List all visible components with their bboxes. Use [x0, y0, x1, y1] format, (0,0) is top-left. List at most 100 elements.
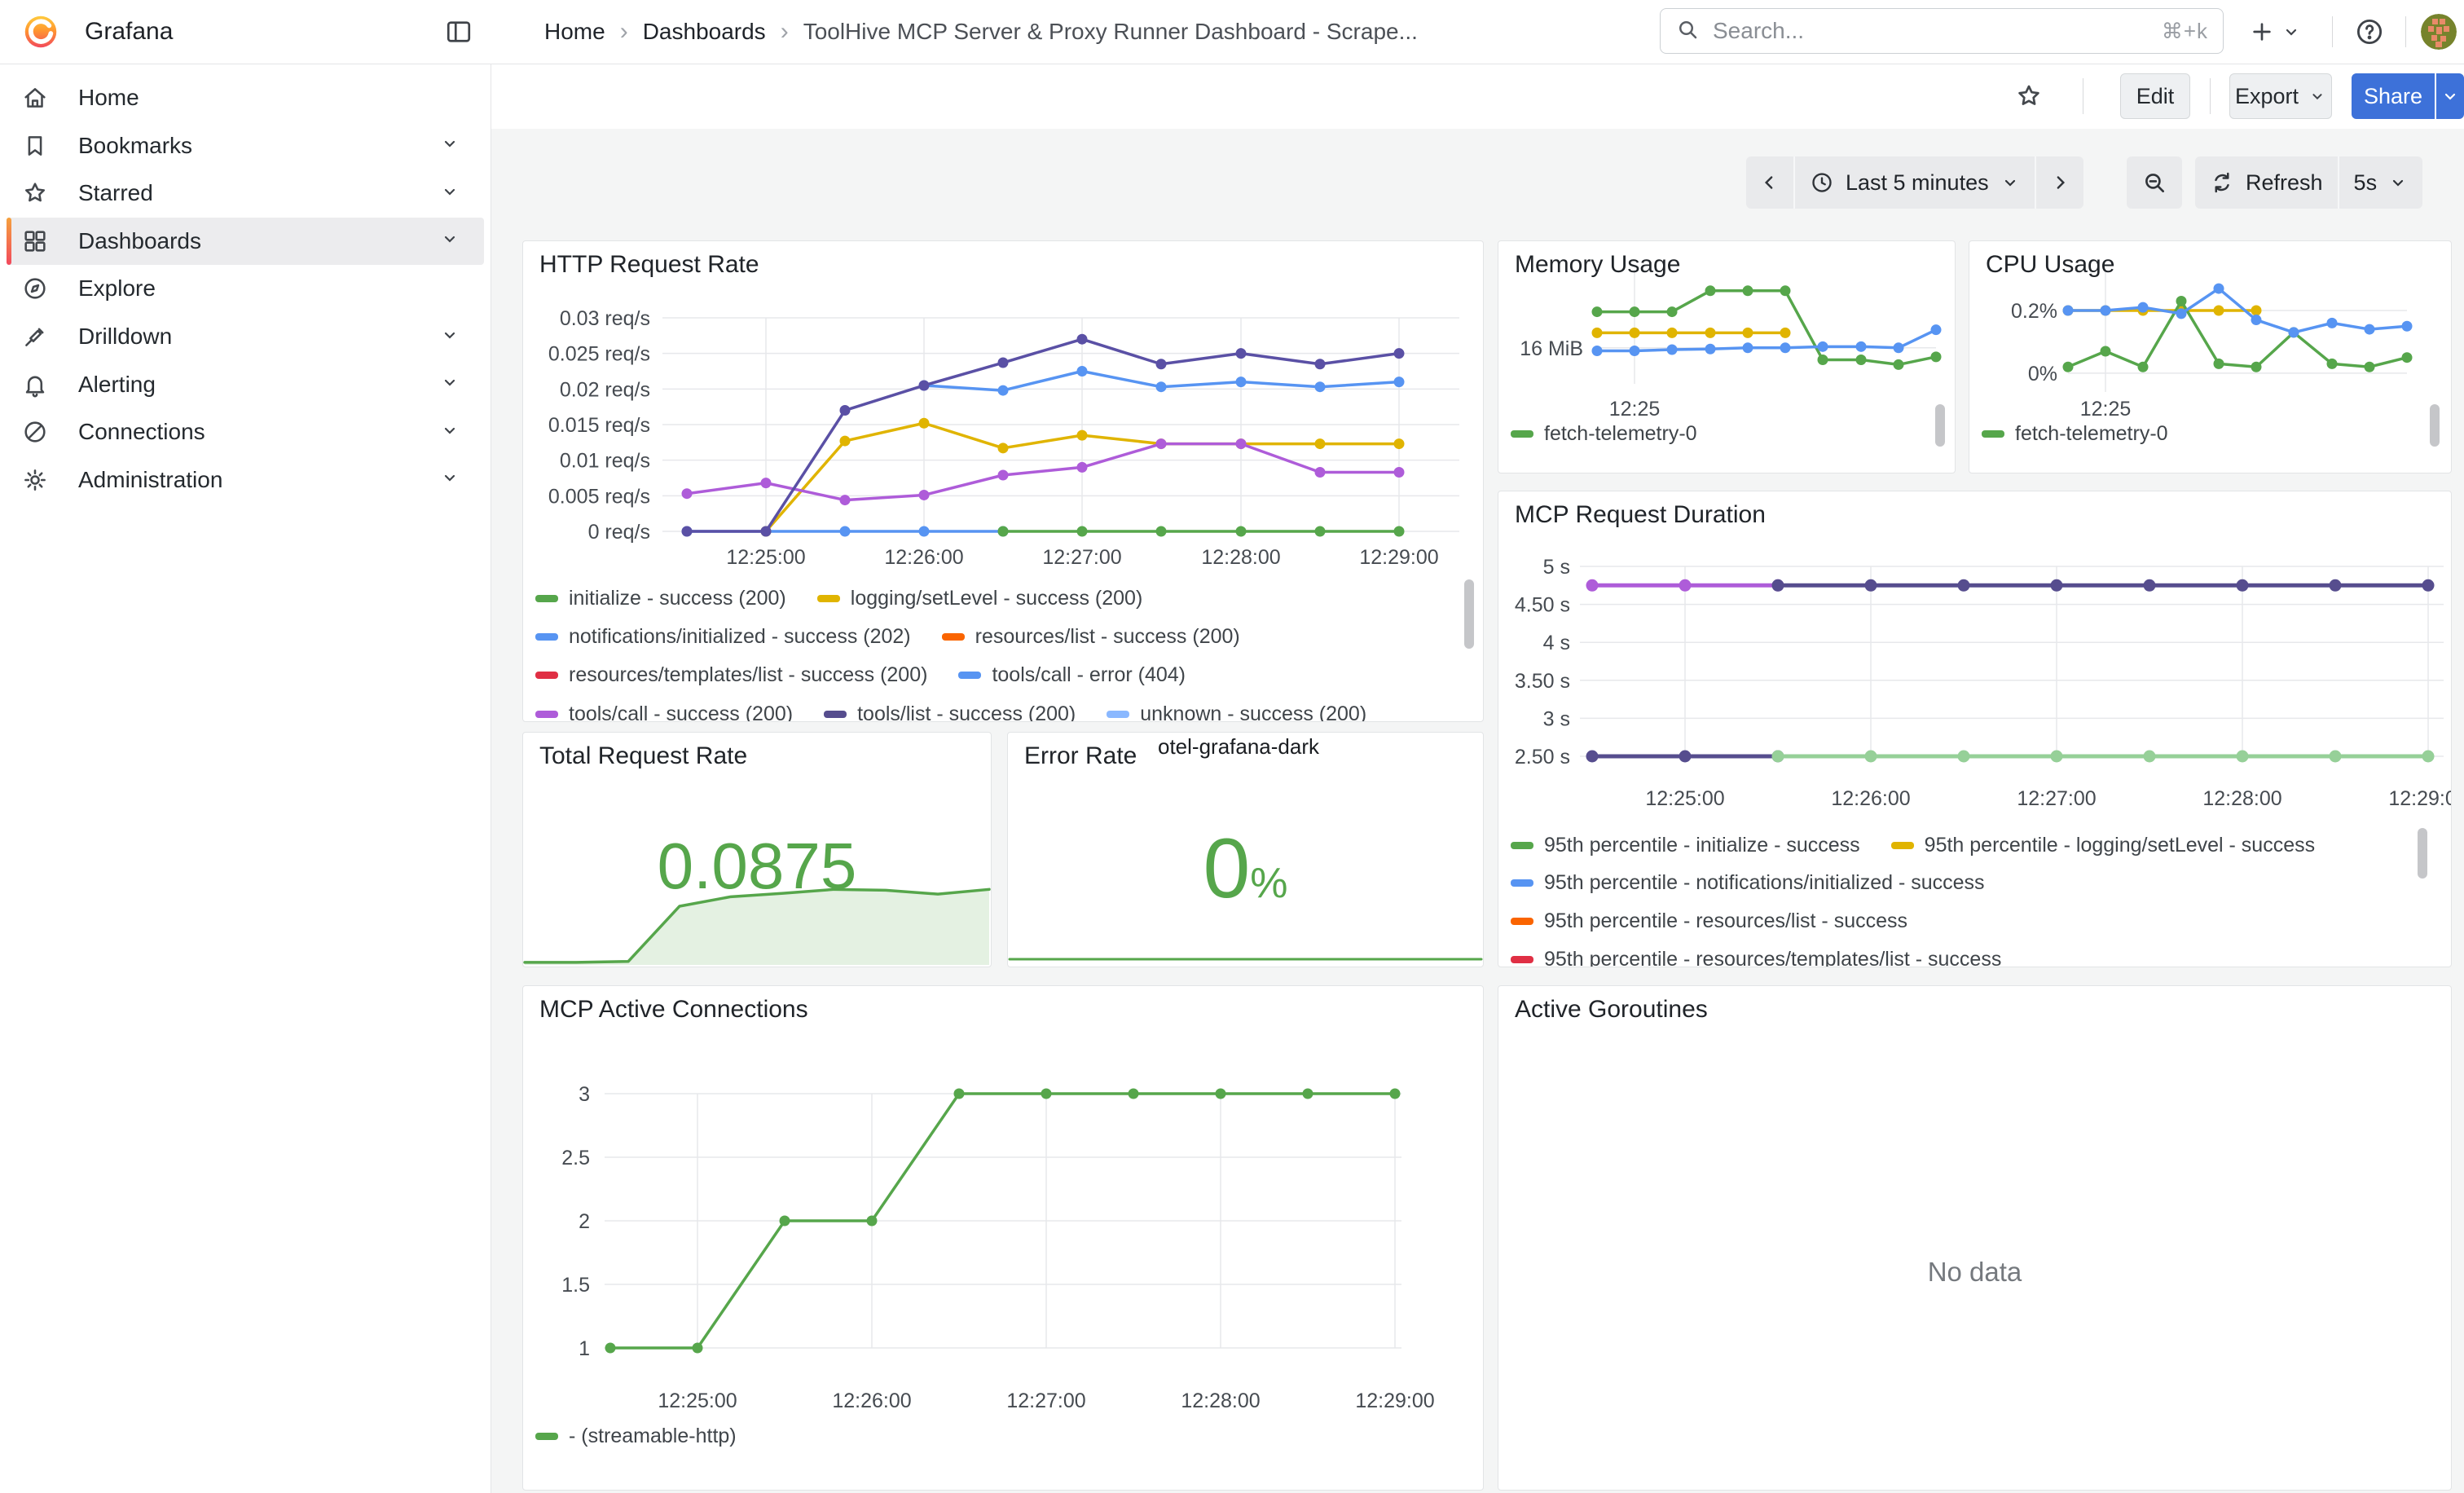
breadcrumb-dashboards[interactable]: Dashboards: [643, 19, 766, 45]
legend-swatch: [942, 633, 965, 641]
panel-title[interactable]: Memory Usage: [1515, 251, 1680, 279]
svg-text:12:27:00: 12:27:00: [1006, 1390, 1085, 1412]
legend-item[interactable]: 95th percentile - logging/setLevel - suc…: [1891, 834, 2315, 857]
legend-item[interactable]: fetch-telemetry-0: [1982, 422, 2168, 446]
grafana-logo-icon[interactable]: [23, 14, 59, 50]
search-input[interactable]: [1711, 17, 2150, 45]
legend-swatch: [1511, 430, 1533, 438]
share-button[interactable]: Share: [2352, 73, 2435, 119]
help-icon[interactable]: [2350, 14, 2389, 50]
breadcrumb-home[interactable]: Home: [544, 19, 605, 45]
panel-memory-usage: Memory Usage 16 MiB12:25 fetch-telemetry…: [1498, 240, 1956, 473]
sidebar-item-label: Starred: [78, 180, 153, 206]
legend-row: - (streamable-http): [535, 1425, 737, 1448]
legend-scrollbar[interactable]: [2418, 828, 2427, 879]
legend-item[interactable]: initialize - success (200): [535, 587, 786, 610]
chevron-down-icon[interactable]: [440, 468, 460, 491]
brand-title[interactable]: Grafana: [85, 0, 173, 64]
legend-swatch: [1511, 879, 1533, 887]
svg-text:12:29:00: 12:29:00: [1359, 546, 1438, 569]
chevron-down-icon[interactable]: [440, 421, 460, 444]
svg-text:0 req/s: 0 req/s: [588, 521, 650, 544]
dashboard-toolbar: Edit Export Share: [491, 64, 2464, 129]
panel-title[interactable]: Total Request Rate: [539, 742, 747, 770]
chevron-down-icon[interactable]: [440, 325, 460, 349]
legend-item[interactable]: 95th percentile - resources/list - succe…: [1511, 909, 1907, 933]
legend-item[interactable]: 95th percentile - notifications/initiali…: [1511, 871, 1985, 895]
bell-icon: [21, 371, 49, 399]
legend-swatch: [535, 672, 558, 679]
edit-button[interactable]: Edit: [2120, 73, 2190, 119]
panel-title[interactable]: Error Rate: [1024, 742, 1137, 770]
sidebar-item-connections[interactable]: Connections: [7, 408, 484, 456]
time-back-button[interactable]: [1746, 156, 1793, 209]
panel-title[interactable]: CPU Usage: [1986, 251, 2114, 279]
legend-label: resources/list - success (200): [975, 625, 1240, 649]
legend-scrollbar[interactable]: [1464, 579, 1474, 649]
legend-item[interactable]: - (streamable-http): [535, 1425, 737, 1448]
panel-title[interactable]: MCP Request Duration: [1515, 501, 1766, 529]
panel-title[interactable]: MCP Active Connections: [539, 996, 808, 1024]
sidebar-item-bookmarks[interactable]: Bookmarks: [7, 122, 484, 170]
time-range-picker[interactable]: Last 5 minutes: [1793, 156, 2035, 209]
svg-text:0.02 req/s: 0.02 req/s: [560, 378, 650, 401]
sidebar-item-explore[interactable]: Explore: [7, 265, 484, 312]
chevron-down-icon[interactable]: [440, 134, 460, 157]
stat-value: 0%: [1008, 821, 1483, 918]
legend-item[interactable]: 95th percentile - resources/templates/li…: [1511, 948, 2001, 967]
sidebar-toggle-icon[interactable]: [444, 17, 473, 46]
sidebar-item-drilldown[interactable]: Drilldown: [7, 313, 484, 360]
legend-item[interactable]: tools/call - error (404): [958, 663, 1186, 687]
legend-label: - (streamable-http): [569, 1425, 737, 1448]
legend-item[interactable]: resources/templates/list - success (200): [535, 663, 927, 687]
refresh-button[interactable]: Refresh: [2195, 156, 2338, 209]
http-request-rate-chart[interactable]: 0 req/s0.005 req/s0.01 req/s0.015 req/s0…: [523, 241, 1484, 722]
svg-text:12:25:00: 12:25:00: [1645, 787, 1724, 810]
sidebar: Home Bookmarks Starred DashboardsExploreDri…: [0, 64, 491, 1493]
chevron-down-icon[interactable]: [440, 372, 460, 396]
no-data-message: No data: [1498, 1257, 2451, 1288]
panel-active-goroutines: Active Goroutines No data: [1498, 985, 2452, 1491]
top-nav: Grafana Home › Dashboards › ToolHive MCP…: [0, 0, 2464, 64]
legend-item[interactable]: logging/setLevel - success (200): [817, 587, 1143, 610]
legend-item[interactable]: unknown - success (200): [1107, 702, 1366, 722]
zoom-out-icon[interactable]: [2127, 156, 2182, 209]
sidebar-item-home[interactable]: Home: [7, 74, 484, 121]
add-new-button[interactable]: [2242, 14, 2308, 50]
legend-item[interactable]: resources/list - success (200): [942, 625, 1240, 649]
panel-title[interactable]: HTTP Request Rate: [539, 251, 759, 279]
refresh-interval-label: 5s: [2354, 170, 2378, 196]
export-button[interactable]: Export: [2229, 73, 2332, 119]
legend-item[interactable]: 95th percentile - initialize - success: [1511, 834, 1860, 857]
avatar[interactable]: [2421, 14, 2457, 50]
legend-scrollbar[interactable]: [1935, 404, 1945, 447]
compass-icon: [21, 275, 49, 302]
sidebar-item-administration[interactable]: Administration: [7, 456, 484, 504]
legend-item[interactable]: notifications/initialized - success (202…: [535, 625, 911, 649]
chevron-down-icon[interactable]: [440, 182, 460, 205]
refresh-interval-picker[interactable]: 5s: [2338, 156, 2423, 209]
legend-item[interactable]: fetch-telemetry-0: [1511, 422, 1697, 446]
chevron-down-icon[interactable]: [440, 229, 460, 253]
sidebar-item-label: Home: [78, 85, 139, 111]
breadcrumb-current[interactable]: ToolHive MCP Server & Proxy Runner Dashb…: [803, 19, 1418, 45]
panel-mcp-request-duration: MCP Request Duration 5 s4.50 s4 s3.50 s3…: [1498, 491, 2452, 967]
sidebar-item-dashboards[interactable]: Dashboards: [7, 218, 484, 265]
favorite-star-icon[interactable]: [2009, 77, 2048, 116]
time-forward-button[interactable]: [2035, 156, 2083, 209]
search-box[interactable]: ⌘+k: [1660, 8, 2224, 54]
sidebar-item-starred[interactable]: Starred: [7, 170, 484, 217]
svg-text:12:26:00: 12:26:00: [1831, 787, 1910, 810]
share-dropdown-button[interactable]: [2436, 73, 2464, 119]
panel-title[interactable]: Active Goroutines: [1515, 996, 1708, 1024]
sidebar-item-alerting[interactable]: Alerting: [7, 361, 484, 408]
stat-value: 0.0875: [523, 829, 991, 904]
legend-item[interactable]: tools/call - success (200): [535, 702, 793, 722]
legend-swatch: [1511, 956, 1533, 963]
legend-scrollbar[interactable]: [2430, 404, 2440, 447]
legend-item[interactable]: tools/list - success (200): [824, 702, 1076, 722]
sidebar-item-label: Alerting: [78, 372, 156, 398]
panel-http-request-rate: HTTP Request Rate 0 req/s0.005 req/s0.01…: [522, 240, 1484, 722]
mcp-active-connections-chart[interactable]: 11.522.5312:25:0012:26:0012:27:0012:28:0…: [523, 986, 1484, 1491]
mcp-request-duration-chart[interactable]: 5 s4.50 s4 s3.50 s3 s2.50 s12:25:0012:26…: [1498, 491, 2452, 967]
